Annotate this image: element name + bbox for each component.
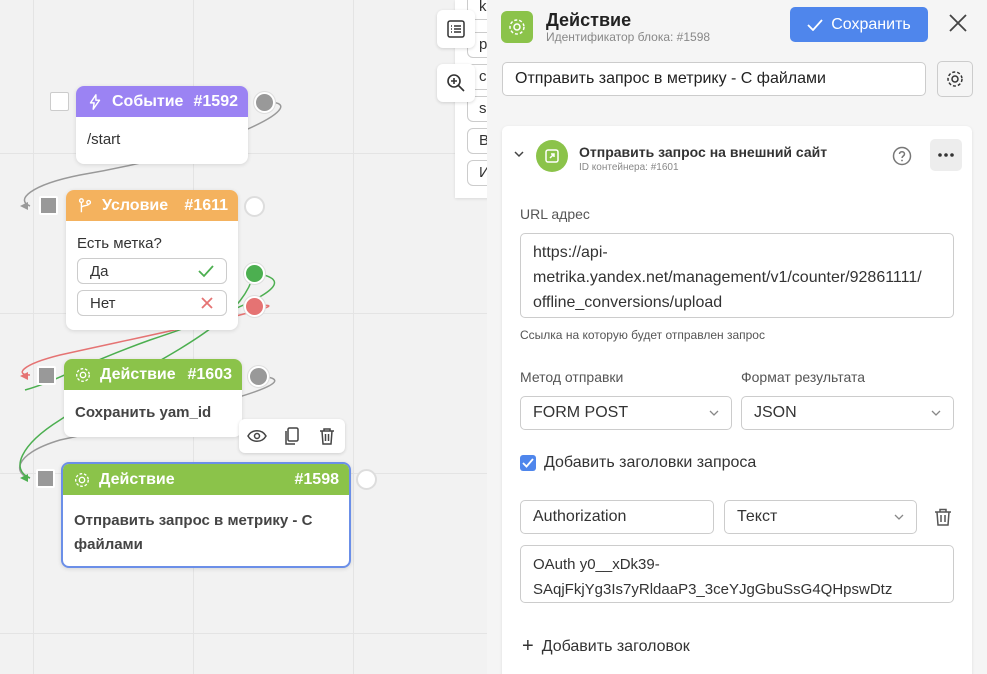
branch-icon (78, 197, 92, 212)
url-hint: Ссылка на которую будет отправлен запрос (520, 328, 765, 342)
help-icon[interactable] (892, 146, 912, 166)
list-view-button[interactable] (437, 10, 475, 48)
condition-yes-port[interactable] (244, 263, 265, 284)
add-header-button[interactable]: + Добавить заголовок (522, 635, 690, 658)
action2-input-port[interactable] (36, 469, 55, 488)
event-node-header: Событие #1592 (76, 86, 248, 117)
condition-output-port[interactable] (244, 196, 265, 217)
node-toolbar (239, 419, 345, 453)
condition-node-body: Есть метка? Да Нет (66, 221, 238, 326)
header-value-textarea[interactable]: OAuth y0__xDk39- SAqjFkjYg3Is7yRldaaP3_3… (520, 545, 954, 603)
format-select[interactable]: JSON (741, 396, 954, 430)
chevron-down-icon (709, 410, 719, 416)
gear-icon (75, 472, 89, 487)
url-textarea[interactable]: https://api- metrika.yandex.net/manageme… (520, 233, 954, 318)
header-value-line: SAqjFkjYg3Is7yRldaaP3_3ceYJgGbuSsG4QHpsw… (533, 581, 893, 598)
trash-icon[interactable] (316, 425, 338, 447)
list-icon (447, 20, 465, 38)
action1-input-port[interactable] (37, 366, 56, 385)
action1-node-title: Действие (100, 365, 176, 383)
action2-node-id: #1598 (294, 470, 340, 488)
condition-node-id: #1611 (184, 196, 228, 214)
url-line: metrika.yandex.net/management/v1/counter… (533, 269, 922, 286)
action2-node-header: Действие #1598 (63, 464, 349, 495)
checkmark-icon (522, 458, 534, 468)
zoom-in-button[interactable] (437, 64, 475, 102)
event-node-title: Событие (112, 92, 184, 110)
event-input-port[interactable] (50, 92, 69, 111)
action1-node-id: #1603 (187, 365, 233, 383)
condition-node-title: Условие (102, 196, 169, 214)
trash-icon[interactable] (933, 507, 953, 527)
action2-node-title: Действие (99, 470, 175, 488)
panel-header: Действие Идентификатор блока: #1598 Сохр… (487, 0, 987, 52)
action2-node[interactable]: Действие #1598 Отправить запрос в метрик… (61, 462, 351, 568)
url-label: URL адрес (520, 206, 590, 222)
header-type-value: Текст (737, 508, 778, 525)
container-id: ID контейнера: #1601 (579, 162, 679, 173)
chevron-down-icon (931, 410, 941, 416)
add-header-label: Добавить заголовок (541, 637, 690, 655)
copy-icon[interactable] (281, 425, 303, 447)
condition-question: Есть метка? (77, 235, 162, 252)
condition-option-no[interactable]: Нет (77, 290, 227, 316)
lightning-icon (89, 93, 101, 110)
format-label: Формат результата (741, 369, 865, 385)
condition-option-no-label: Нет (90, 294, 116, 312)
save-button[interactable]: Сохранить (790, 7, 928, 42)
block-settings-panel: Действие Идентификатор блока: #1598 Сохр… (487, 0, 987, 674)
check-icon (198, 265, 214, 278)
save-button-label: Сохранить (831, 15, 911, 33)
format-value: JSON (754, 404, 797, 421)
action1-node-header: Действие #1603 (64, 359, 242, 390)
close-icon[interactable] (947, 12, 969, 34)
condition-option-yes-label: Да (90, 262, 109, 280)
condition-no-port[interactable] (244, 296, 265, 317)
checkmark-icon (807, 18, 823, 31)
action1-node-text: Сохранить yam_id (75, 404, 212, 421)
url-line: offline_conversions/upload (533, 294, 723, 311)
more-icon (938, 153, 954, 157)
header-name-input[interactable]: Authorization (520, 500, 714, 534)
event-node-id: #1592 (193, 92, 239, 110)
headers-checkbox-label[interactable]: Добавить заголовки запроса (544, 454, 756, 472)
canvas-tools (437, 10, 477, 118)
event-node[interactable]: Событие #1592 /start (76, 86, 248, 164)
cross-icon (201, 297, 213, 309)
condition-node[interactable]: Условие #1611 Есть метка? Да Нет (66, 190, 238, 330)
action1-node[interactable]: Действие #1603 Сохранить yam_id (64, 359, 242, 437)
panel-title: Действие (546, 10, 632, 30)
headers-checkbox[interactable] (520, 455, 536, 471)
plus-icon: + (522, 635, 534, 657)
action-gear-icon (501, 11, 533, 43)
condition-option-yes[interactable]: Да (77, 258, 227, 284)
event-output-port[interactable] (254, 92, 275, 113)
block-settings-button[interactable] (937, 61, 973, 97)
condition-input-port[interactable] (39, 196, 58, 215)
gear-icon (76, 367, 90, 382)
method-select[interactable]: FORM POST (520, 396, 732, 430)
zoom-in-icon (447, 74, 465, 92)
chevron-down-icon[interactable] (513, 148, 525, 160)
url-line: https://api- (533, 244, 608, 261)
action2-output-port[interactable] (356, 469, 377, 490)
container-title: Отправить запрос на внешний сайт (579, 144, 828, 160)
chevron-down-icon (894, 514, 904, 520)
header-name-value: Authorization (533, 508, 627, 525)
action2-node-text: Отправить запрос в метрику - С файлами (74, 512, 313, 553)
block-name-input[interactable]: Отправить запрос в метрику - С файлами (502, 62, 926, 96)
action1-output-port[interactable] (248, 366, 269, 387)
method-label: Метод отправки (520, 369, 624, 385)
condition-node-header: Условие #1611 (66, 190, 238, 221)
event-node-text: /start (87, 131, 121, 148)
header-type-select[interactable]: Текст (724, 500, 917, 534)
more-options-button[interactable] (930, 139, 962, 171)
eye-icon[interactable] (246, 425, 268, 447)
header-value-line: OAuth y0__xDk39- (533, 556, 660, 573)
panel-block-id: Идентификатор блока: #1598 (546, 30, 711, 44)
external-link-icon (536, 140, 568, 172)
method-value: FORM POST (533, 404, 629, 421)
gear-icon (947, 71, 963, 87)
